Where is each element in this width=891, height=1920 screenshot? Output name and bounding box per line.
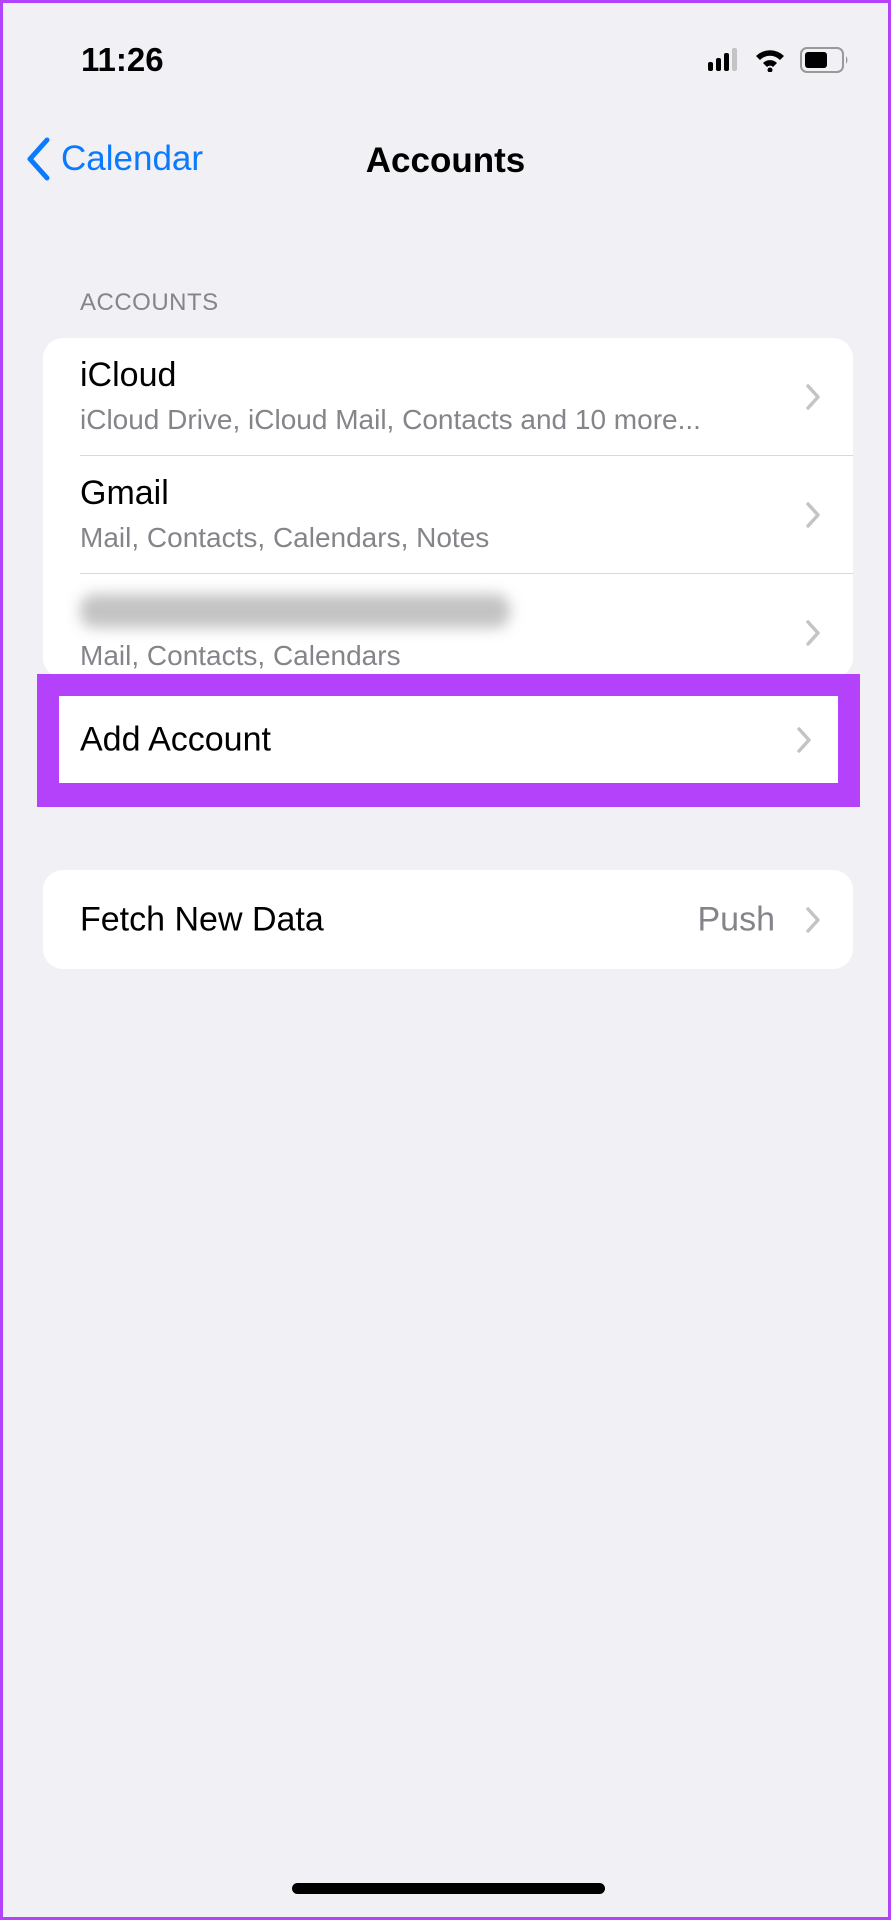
account-title: Gmail [80, 474, 169, 512]
battery-icon [800, 47, 848, 73]
chevron-right-icon [806, 620, 820, 646]
add-account-button[interactable]: Add Account [59, 696, 838, 783]
status-icons [708, 47, 850, 73]
account-subtitle: Mail, Contacts, Calendars [80, 640, 401, 671]
chevron-right-icon [806, 502, 820, 528]
add-account-label: Add Account [80, 720, 271, 758]
highlight-box: Add Account [37, 674, 860, 807]
fetch-value: Push [697, 900, 776, 938]
chevron-right-icon [806, 384, 820, 410]
chevron-right-icon [806, 906, 820, 933]
blurred-email [80, 594, 510, 628]
account-title: iCloud [80, 356, 177, 394]
page-title: Accounts [365, 141, 526, 180]
fetch-new-data-row[interactable]: Fetch New Data Push [43, 870, 853, 969]
account-row-gmail[interactable]: Gmail Mail, Contacts, Calendars, Notes [43, 456, 853, 574]
account-subtitle: Mail, Contacts, Calendars, Notes [80, 522, 490, 553]
account-subtitle: iCloud Drive, iCloud Mail, Contacts and … [80, 404, 701, 435]
accounts-list: iCloud iCloud Drive, iCloud Mail, Contac… [43, 338, 853, 678]
account-row-icloud[interactable]: iCloud iCloud Drive, iCloud Mail, Contac… [43, 338, 853, 456]
section-header: ACCOUNTS [80, 289, 219, 316]
wifi-icon [756, 50, 784, 72]
status-time: 11:26 [81, 41, 164, 78]
cellular-signal-icon [708, 48, 737, 71]
home-indicator[interactable] [292, 1883, 605, 1894]
chevron-right-icon [797, 726, 811, 753]
fetch-label: Fetch New Data [80, 900, 324, 938]
account-row-email[interactable]: Mail, Contacts, Calendars [43, 574, 853, 678]
